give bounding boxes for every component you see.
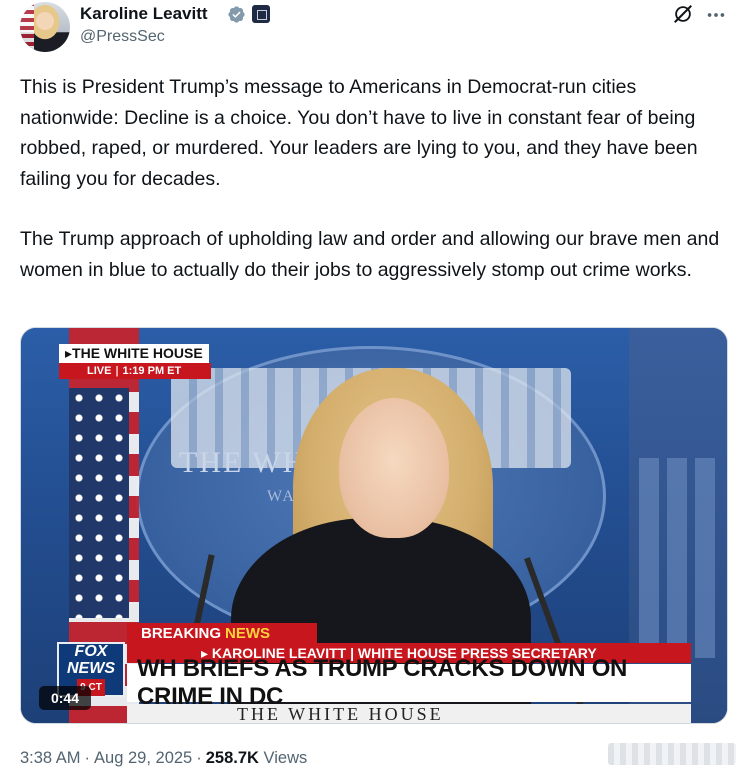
logo-line1: FOX xyxy=(74,643,108,660)
watermark-strip xyxy=(608,743,736,765)
video-player[interactable]: THE WH USE WA ▸THE WHITE HOUSE LIVE | 1:… xyxy=(20,327,728,724)
tweet-date[interactable]: Aug 29, 2025 xyxy=(94,749,192,767)
grok-icon[interactable] xyxy=(672,3,694,25)
breaking-label: BREAKING xyxy=(141,624,222,642)
tweet-text: This is President Trump’s message to Ame… xyxy=(20,72,732,285)
views-count: 258.7K xyxy=(205,749,259,767)
tweet-paragraph: This is President Trump’s message to Ame… xyxy=(20,76,698,190)
verified-badge-icon xyxy=(228,6,245,23)
breaking-news-banner: BREAKING NEWS xyxy=(127,623,317,643)
tweet-meta: 3:38 AM · Aug 29, 2025 · 258.7K Views xyxy=(20,749,308,767)
tweet-time[interactable]: 3:38 AM xyxy=(20,749,81,767)
speaker-face xyxy=(339,398,449,538)
breaking-news-word: NEWS xyxy=(225,624,271,642)
live-label: LIVE xyxy=(87,365,112,377)
author-avatar[interactable] xyxy=(20,2,70,52)
lower-band-text: THE WHITE HOUSE xyxy=(127,704,691,723)
tweet-paragraph: The Trump approach of upholding law and … xyxy=(20,228,720,281)
location-tag: ▸THE WHITE HOUSE xyxy=(59,344,209,363)
logo-line2: NEWS xyxy=(67,660,115,677)
views-label: Views xyxy=(263,749,308,767)
live-tag: LIVE | 1:19 PM ET xyxy=(59,363,211,379)
seal-subtext: WA xyxy=(267,488,296,505)
government-affiliation-icon xyxy=(252,5,270,23)
video-duration: 0:44 xyxy=(39,686,91,710)
more-options-icon[interactable] xyxy=(705,4,727,26)
author-handle[interactable]: @PressSec xyxy=(80,28,165,46)
live-time: 1:19 PM ET xyxy=(122,365,182,377)
author-name[interactable]: Karoline Leavitt xyxy=(80,4,208,24)
flag-stars xyxy=(69,388,129,618)
chyron-headline: WH BRIEFS AS TRUMP CRACKS DOWN ON CRIME … xyxy=(127,655,691,710)
